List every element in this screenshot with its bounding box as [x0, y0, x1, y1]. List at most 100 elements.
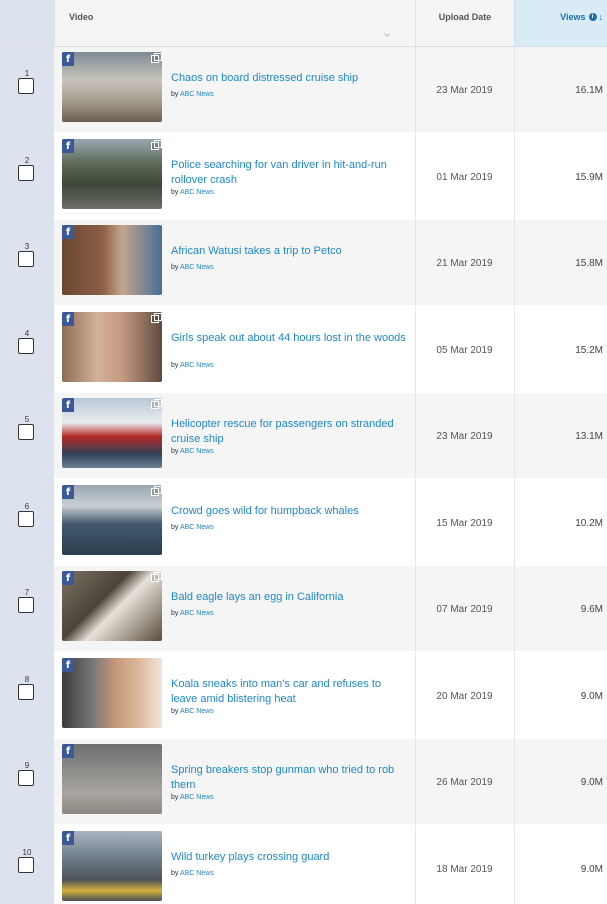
view-count: 9.0M: [580, 863, 603, 875]
channel-link[interactable]: ABC News: [180, 610, 214, 617]
table-row: f Helicopter rescue for passengers on str…: [54, 393, 607, 479]
upload-date-column-header[interactable]: Upload Date: [415, 0, 514, 46]
facebook-icon: f: [62, 484, 74, 499]
view-count: 16.1M: [575, 85, 603, 96]
byline: by ABC News: [171, 794, 214, 801]
table-row: f Bald eagle lays an egg in California by …: [54, 566, 607, 652]
video-thumbnail[interactable]: f: [62, 744, 162, 814]
video-thumbnail[interactable]: f: [62, 311, 162, 382]
row-checkbox[interactable]: [18, 337, 34, 354]
views-column-header[interactable]: Views i ↓: [514, 0, 607, 46]
row-checkbox[interactable]: [18, 856, 34, 873]
upload-date: 05 Mar 2019: [436, 344, 493, 356]
facebook-icon: f: [62, 311, 74, 326]
table-row: f Koala sneaks into man's car and refuses…: [54, 652, 607, 739]
rank-number: 3: [24, 242, 30, 251]
channel-link[interactable]: ABC News: [180, 870, 214, 877]
byline: by ABC News: [171, 264, 214, 271]
byline: by ABC News: [171, 91, 214, 98]
channel-link[interactable]: ABC News: [180, 362, 214, 369]
video-title-link[interactable]: Helicopter rescue for passengers on stra…: [171, 417, 406, 447]
popout-icon[interactable]: [151, 399, 162, 409]
table-row: f Wild turkey plays crossing guard by ABC …: [54, 825, 607, 904]
byline: by ABC News: [171, 524, 214, 531]
upload-date: 07 Mar 2019: [436, 604, 493, 615]
video-thumbnail[interactable]: f: [62, 225, 162, 295]
byline-prefix: by: [171, 188, 179, 196]
facebook-icon: f: [62, 138, 74, 153]
channel-link[interactable]: ABC News: [180, 448, 214, 455]
row-checkbox[interactable]: [18, 164, 34, 181]
upload-date: 01 Mar 2019: [436, 171, 493, 183]
video-thumbnail[interactable]: f: [62, 571, 162, 641]
popout-icon[interactable]: [151, 572, 162, 582]
table-row: f Chaos on board distressed cruise ship by…: [54, 47, 607, 133]
byline-prefix: by: [171, 707, 179, 715]
view-count: 9.0M: [580, 690, 603, 702]
byline: by ABC News: [171, 610, 214, 617]
row-checkbox[interactable]: [18, 683, 34, 700]
video-thumbnail[interactable]: f: [62, 830, 162, 901]
facebook-icon: f: [62, 398, 74, 412]
popout-icon[interactable]: [151, 139, 162, 150]
video-title-link[interactable]: Bald eagle lays an egg in California: [171, 590, 406, 605]
video-title-link[interactable]: Wild turkey plays crossing guard: [171, 850, 406, 865]
views-header-label: Views: [560, 12, 586, 22]
popout-icon[interactable]: [151, 312, 162, 323]
channel-link[interactable]: ABC News: [180, 524, 214, 531]
row-checkbox[interactable]: [18, 424, 34, 440]
row-checkbox[interactable]: [18, 251, 34, 267]
table-row: f African Watusi takes a trip to Petco by …: [54, 220, 607, 306]
facebook-icon: f: [62, 744, 74, 758]
byline-prefix: by: [171, 361, 179, 369]
sort-desc-icon[interactable]: ↓: [599, 12, 604, 22]
video-thumbnail[interactable]: f: [62, 398, 162, 468]
facebook-icon: f: [62, 52, 74, 66]
view-count: 15.2M: [575, 344, 603, 356]
byline-prefix: by: [171, 91, 179, 98]
row-checkbox[interactable]: [18, 597, 34, 613]
rank-header: [0, 0, 54, 46]
byline-prefix: by: [171, 794, 179, 801]
video-title-link[interactable]: African Watusi takes a trip to Petco: [171, 244, 406, 259]
video-thumbnail[interactable]: f: [62, 657, 162, 728]
upload-date: 23 Mar 2019: [436, 85, 493, 96]
table-row: f Girls speak out about 44 hours lost in …: [54, 306, 607, 393]
byline-prefix: by: [171, 869, 179, 877]
video-thumbnail[interactable]: f: [62, 138, 162, 209]
channel-link[interactable]: ABC News: [180, 794, 214, 801]
video-title-link[interactable]: Koala sneaks into man's car and refuses …: [171, 677, 406, 707]
video-title-link[interactable]: Police searching for van driver in hit-a…: [171, 158, 406, 188]
popout-icon[interactable]: [151, 485, 162, 496]
channel-link[interactable]: ABC News: [180, 91, 214, 98]
video-thumbnail[interactable]: f: [62, 484, 162, 555]
upload-date: 20 Mar 2019: [436, 690, 493, 702]
channel-link[interactable]: ABC News: [180, 189, 214, 196]
table-row: f Police searching for van driver in hit-…: [54, 133, 607, 220]
video-title-link[interactable]: Chaos on board distressed cruise ship: [171, 71, 406, 86]
video-column-header[interactable]: Video: [54, 0, 415, 46]
info-icon[interactable]: i: [588, 13, 597, 21]
video-header-label: Video: [69, 12, 94, 22]
upload-date: 21 Mar 2019: [436, 258, 493, 269]
view-count: 9.0M: [580, 777, 603, 788]
facebook-icon: f: [62, 225, 74, 239]
popout-icon[interactable]: [151, 53, 162, 63]
video-title-link[interactable]: Girls speak out about 44 hours lost in t…: [171, 331, 406, 346]
rank-number: 10: [22, 847, 32, 857]
upload-date: 15 Mar 2019: [436, 517, 493, 529]
view-count: 13.1M: [575, 431, 603, 442]
video-title-link[interactable]: Crowd goes wild for humpback whales: [171, 504, 406, 519]
channel-link[interactable]: ABC News: [180, 264, 214, 271]
video-thumbnail[interactable]: f: [62, 52, 162, 122]
row-checkbox[interactable]: [18, 510, 34, 527]
upload-date: 23 Mar 2019: [436, 431, 493, 442]
video-title-link[interactable]: Spring breakers stop gunman who tried to…: [171, 763, 406, 793]
byline: by ABC News: [171, 870, 214, 877]
row-checkbox[interactable]: [18, 78, 34, 94]
upload-date-header-label: Upload Date: [438, 12, 492, 22]
byline-prefix: by: [171, 523, 179, 531]
channel-link[interactable]: ABC News: [180, 708, 214, 715]
row-checkbox[interactable]: [18, 770, 34, 786]
video-ranking-table: Video Upload Date Views i ↓ 1 f Chaos on b…: [0, 0, 607, 904]
